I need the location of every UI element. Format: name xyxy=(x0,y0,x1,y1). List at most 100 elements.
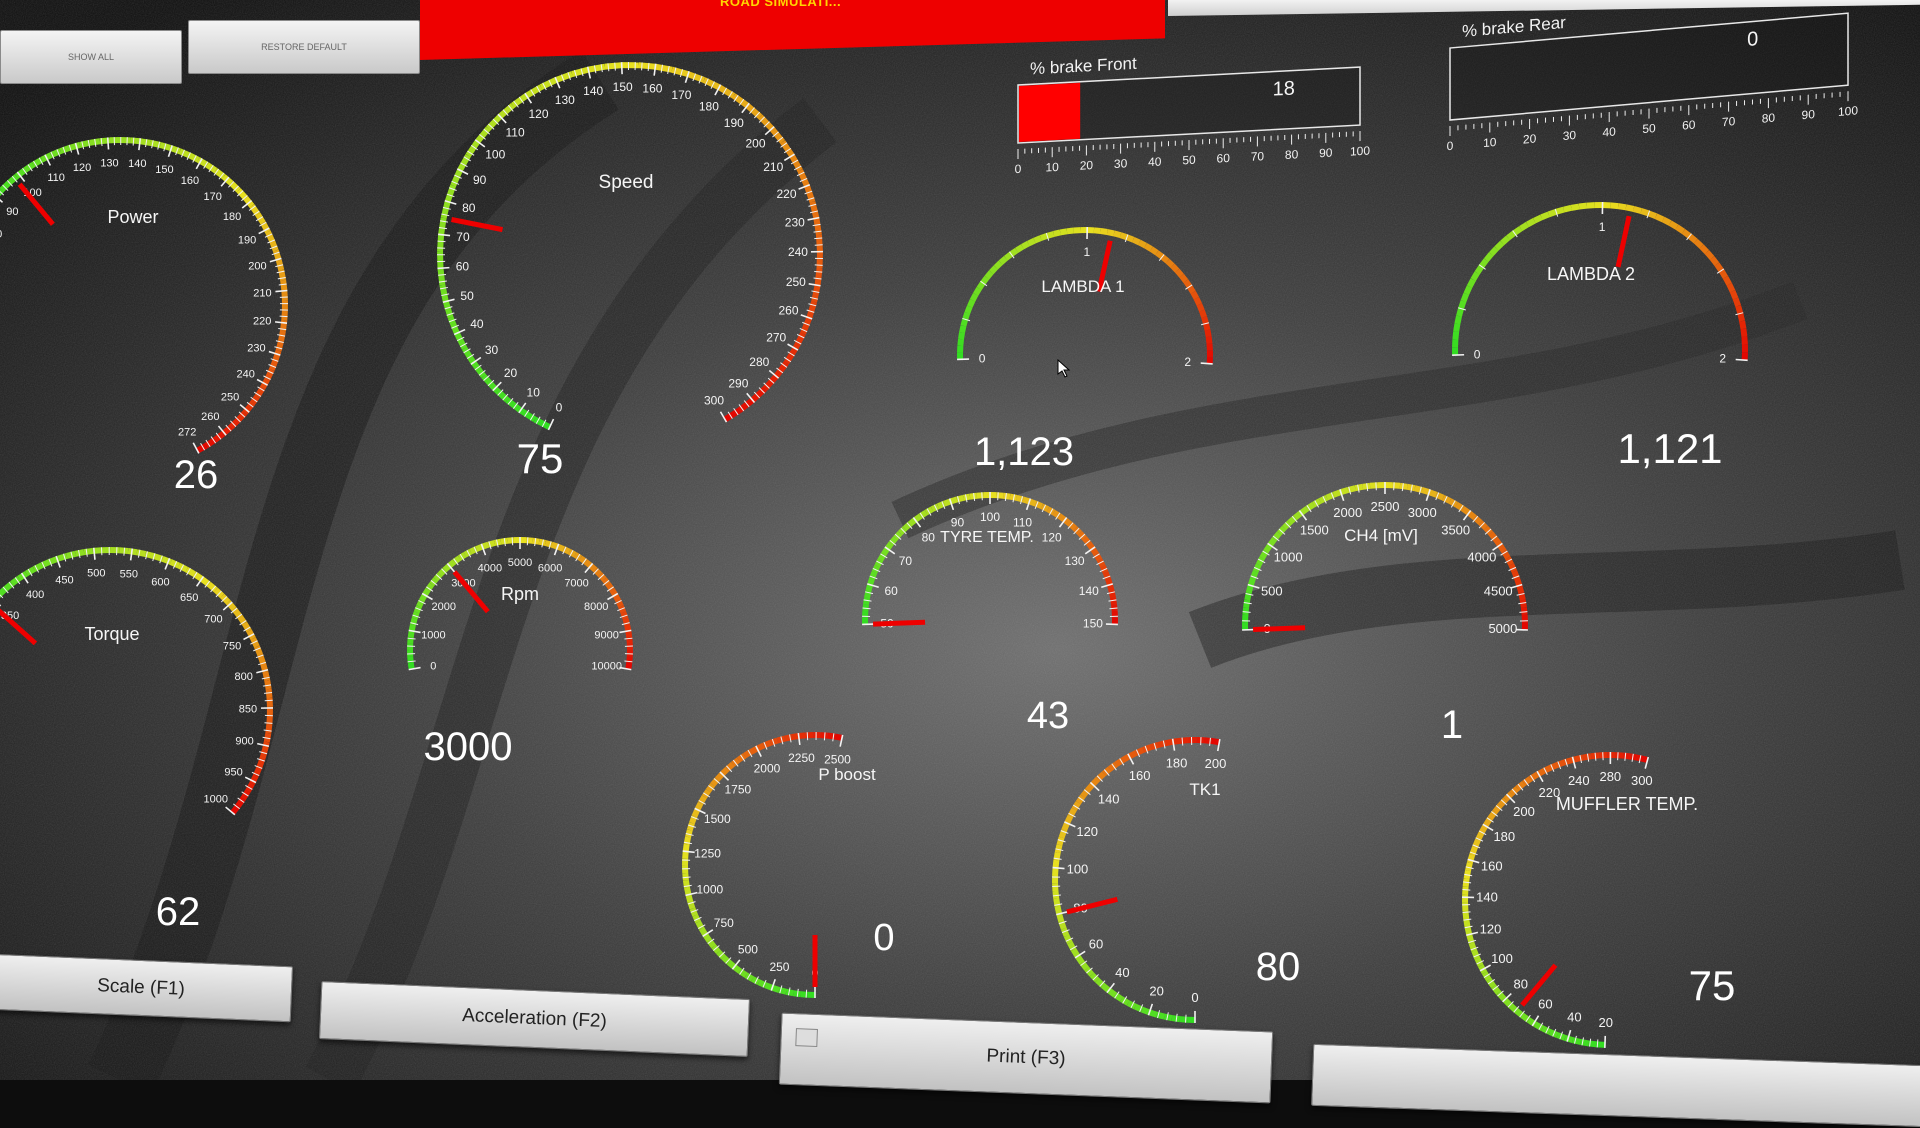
gauge-value: 1 xyxy=(1441,703,1463,747)
gauge-scale-segment xyxy=(1059,914,1061,921)
gauge-tick-label: 10000 xyxy=(591,660,622,672)
gauge-scale-segment xyxy=(973,294,976,300)
brake-scale-label: 70 xyxy=(1722,114,1736,129)
gauge-minor-tick xyxy=(824,732,825,740)
gauge-scale-segment xyxy=(1127,237,1133,239)
gauge-tick-label: 450 xyxy=(55,575,73,587)
brake-bar-value: 18 xyxy=(1273,78,1295,101)
gauge-scale-segment xyxy=(140,141,150,143)
gauge-value: 75 xyxy=(517,435,564,482)
gauge-scale-segment xyxy=(1707,252,1712,258)
gauge-scale-segment xyxy=(1729,284,1732,291)
gauge-scale-segment xyxy=(884,549,888,555)
gauge-tick-label: 90 xyxy=(951,515,965,529)
gauge-scale-segment xyxy=(1011,250,1017,254)
gauge-scale-segment xyxy=(476,547,482,549)
gauge-tick-label: 250 xyxy=(786,275,806,289)
gauge-scale-segment xyxy=(970,300,973,306)
gauge-scale-segment xyxy=(189,155,198,160)
gauge-tick-label: 80 xyxy=(1513,977,1527,992)
gauge-scale-segment xyxy=(1663,219,1670,223)
gauge-tick-label: 160 xyxy=(642,82,662,96)
gauge-tick-label: 260 xyxy=(201,411,219,423)
gauge-value: 80 xyxy=(1256,945,1301,989)
gauge-scale-segment xyxy=(1400,486,1407,487)
gauge-tick-label: 0 xyxy=(979,352,986,366)
gauge-scale-segment xyxy=(1640,758,1648,760)
brake-scale-label: 70 xyxy=(1251,149,1265,164)
gauge-tick-label: 150 xyxy=(613,80,633,94)
show-all-button[interactable]: SHOW ALL xyxy=(0,30,182,84)
gauge-scale-segment xyxy=(685,851,686,858)
print-button-label: Print (F3) xyxy=(986,1045,1066,1070)
gauge-scale-segment xyxy=(734,967,740,971)
gauge-scale-segment xyxy=(963,497,970,498)
gauge-scale-segment xyxy=(1162,257,1167,261)
gauge-scale-segment xyxy=(1457,316,1459,324)
gauge-scale-segment xyxy=(411,631,412,637)
gauge-tick-label: 550 xyxy=(120,568,138,580)
gauge-scale-segment xyxy=(1556,210,1564,212)
app-title: ROAD SIMULATI... xyxy=(720,0,841,9)
gauge-scale-segment xyxy=(1516,1010,1522,1015)
gauge-scale-segment xyxy=(445,566,450,570)
gauge-tick-label: 300 xyxy=(1631,773,1653,788)
gauge-tick-label: 1 xyxy=(1599,220,1606,234)
gauge-rpm: 0100020003000400050006000700080009000100… xyxy=(407,537,633,769)
gauge-needle xyxy=(1253,628,1305,630)
gauge-scale-segment xyxy=(628,663,629,669)
gauge-scale-segment xyxy=(1514,229,1520,233)
gauge-tick-label: 600 xyxy=(151,577,169,589)
gauge-scale-segment xyxy=(1173,741,1181,742)
gauge-tick-label: 750 xyxy=(714,916,734,930)
gauge-scale-segment xyxy=(996,263,1001,268)
gauge-scale-segment xyxy=(130,140,140,141)
gauge-scale-segment xyxy=(866,598,867,605)
brake-scale-label: 100 xyxy=(1838,103,1858,119)
gauge-scale-segment xyxy=(1634,209,1642,211)
gauge-scale-segment xyxy=(747,106,760,117)
gauge-scale-segment xyxy=(799,735,806,736)
brake-scale-label: 0 xyxy=(1447,139,1454,154)
gauge-scale-segment xyxy=(688,895,690,902)
gauge-muffler: 20406080100120140160180200220240280300MU… xyxy=(1462,752,1735,1048)
gauge-label: CH4 [mV] xyxy=(1344,526,1418,545)
gauge-scale-segment xyxy=(772,129,783,142)
gauge-tick-label: 90 xyxy=(6,206,18,218)
gauge-power: 8090100110120130140150160170180190200210… xyxy=(0,137,288,497)
gauge-scale-segment xyxy=(1456,324,1457,332)
gauge-scale-segment xyxy=(1683,231,1689,236)
gauge-scale-segment xyxy=(1172,266,1177,271)
title-bar: ROAD SIMULATI... xyxy=(420,0,1165,60)
gauge-scale-segment xyxy=(2,183,9,190)
gauge-tick-label: 1000 xyxy=(421,630,445,642)
gauge-scale-segment xyxy=(1545,767,1552,770)
gauge-tick-label: 1 xyxy=(1083,245,1090,259)
gauge-tick-label: 230 xyxy=(785,215,805,229)
gauge-tick-label: 110 xyxy=(1013,515,1032,529)
gauge-scale-segment xyxy=(792,736,799,737)
restore-default-button[interactable]: RESTORE DEFAULT xyxy=(188,20,420,74)
gauge-scale-segment xyxy=(963,319,965,326)
gauge-scale-segment xyxy=(495,542,501,543)
gauge-scale-segment xyxy=(1177,271,1181,276)
gauge-label: TYRE TEMP. xyxy=(940,529,1034,546)
gauge-scale-segment xyxy=(1041,236,1047,238)
gauge-tick-label: 60 xyxy=(1089,936,1103,951)
gauge-scale-segment xyxy=(1093,549,1097,555)
gauge-scale-segment xyxy=(1583,756,1591,757)
gauge-tick-label: 0 xyxy=(430,660,436,672)
gauge-scale-segment xyxy=(687,888,688,895)
gauge-tick-label: 2250 xyxy=(788,751,815,765)
gauge-scale-segment xyxy=(1142,1010,1149,1013)
gauge-scale-segment xyxy=(1455,332,1456,340)
gauge-scale-segment xyxy=(482,545,488,547)
brake-scale-label: 0 xyxy=(1015,162,1022,176)
gauge-scale-segment xyxy=(820,735,827,736)
brake-scale-label: 80 xyxy=(1285,147,1299,162)
gauge-minor-tick xyxy=(814,271,822,272)
gauge-tick-label: 190 xyxy=(238,234,256,246)
gauge-tick-label: 40 xyxy=(1567,1010,1581,1025)
gauge-tick-label: 280 xyxy=(1599,769,1621,784)
gauge-scale-segment xyxy=(1743,329,1744,337)
